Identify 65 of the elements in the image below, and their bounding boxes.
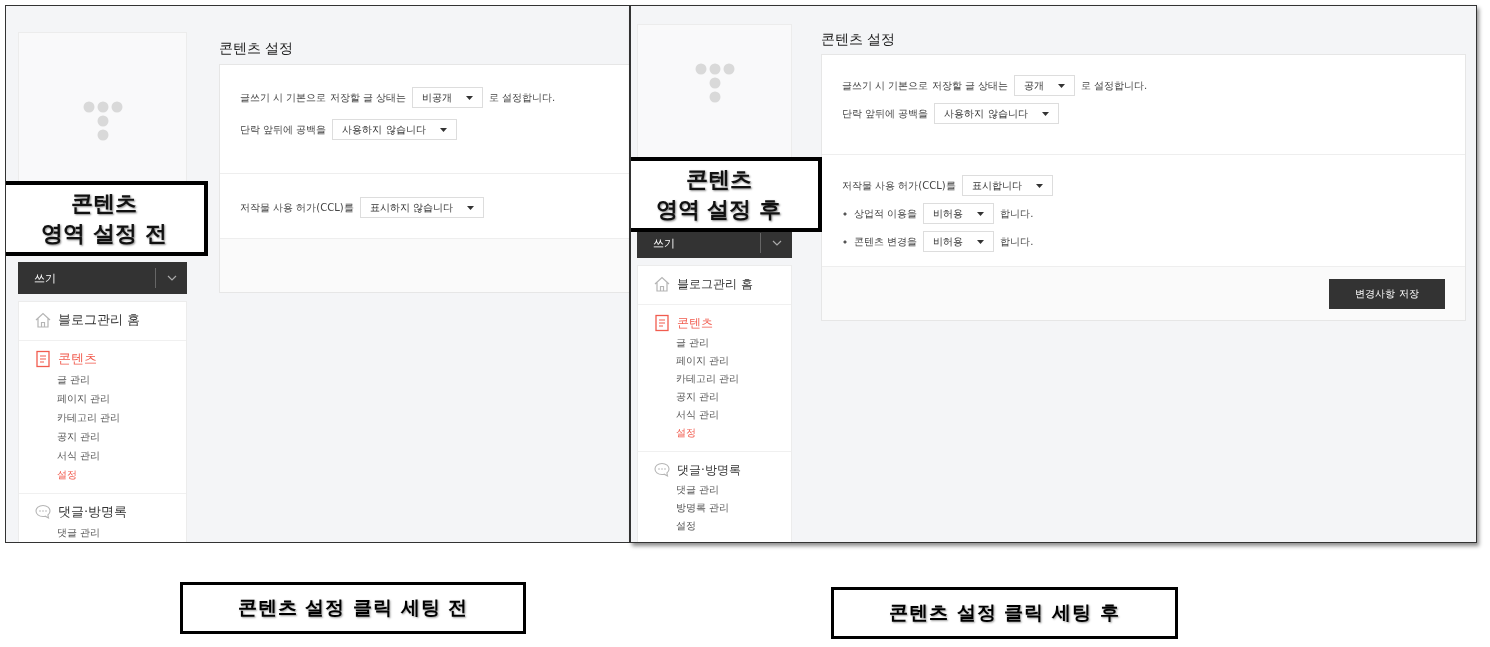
speech-bubble-icon xyxy=(34,503,52,521)
callout-text: 영역 설정 전 xyxy=(41,219,167,248)
dropdown[interactable]: 사용하지 않습니다 xyxy=(332,119,457,140)
setting-label: 로 설정합니다. xyxy=(488,90,556,105)
menu-item[interactable]: 블로그관리 홈 xyxy=(677,275,753,293)
submenu-item[interactable]: 공지 관리 xyxy=(19,427,186,446)
dropdown[interactable]: 표시하지 않습니다 xyxy=(359,197,484,218)
submenu-item[interactable]: 설정 xyxy=(638,517,791,535)
caption-label: 콘텐츠 설정 클릭 세팅 후 xyxy=(831,587,1178,639)
dropdown[interactable]: 비허용 xyxy=(923,203,995,224)
callout-text: 영역 설정 후 xyxy=(655,195,782,224)
setting-label: 단락 앞뒤에 공백을 xyxy=(240,122,327,137)
caret-icon xyxy=(465,95,473,100)
submenu-item[interactable]: 페이지 관리 xyxy=(19,389,186,408)
caret-icon xyxy=(1041,111,1049,116)
setting-label: 합니다. xyxy=(1000,234,1034,249)
setting-label: 상업적 이용을 xyxy=(842,206,918,221)
setting-label: 콘텐츠 변경을 xyxy=(842,234,918,249)
submenu-item[interactable]: 서식 관리 xyxy=(638,406,791,424)
caret-icon xyxy=(977,239,985,244)
page-title: 콘텐츠 설정 xyxy=(821,30,897,49)
speech-bubble-icon xyxy=(653,461,671,479)
submenu-item[interactable]: 페이지 관리 xyxy=(638,352,791,370)
submenu-item[interactable]: 서식 관리 xyxy=(19,446,186,465)
setting-label: 저작물 사용 허가(CCL)를 xyxy=(240,200,354,215)
submenu-item[interactable]: 글 관리 xyxy=(638,334,791,352)
home-icon xyxy=(653,275,671,293)
setting-label: 글쓰기 시 기본으로 저장할 글 상태는 xyxy=(240,90,406,105)
caret-icon xyxy=(977,211,985,216)
menu-item[interactable]: 블로그관리 홈 xyxy=(58,311,141,329)
write-button[interactable]: 쓰기 xyxy=(18,262,155,294)
save-button[interactable]: 변경사항 저장 xyxy=(1329,278,1445,309)
document-icon xyxy=(653,314,671,332)
caret-icon xyxy=(1035,183,1043,188)
dropdown[interactable]: 사용하지 않습니다 xyxy=(934,103,1059,124)
callout-text: 콘텐츠 xyxy=(685,165,752,194)
caret-icon xyxy=(1057,83,1065,88)
submenu-item[interactable]: 댓글 관리 xyxy=(19,523,186,542)
caption-label: 콘텐츠 설정 클릭 세팅 전 xyxy=(180,582,526,634)
caret-icon xyxy=(466,205,474,210)
setting-label: 로 설정합니다. xyxy=(1080,78,1148,93)
submenu-item[interactable]: 방명록 관리 xyxy=(638,499,791,517)
setting-label: 글쓰기 시 기본으로 저장할 글 상태는 xyxy=(842,78,1008,93)
submenu-item[interactable]: 카테고리 관리 xyxy=(638,370,791,388)
dropdown[interactable]: 공개 xyxy=(1013,75,1075,96)
caret-icon xyxy=(439,127,447,132)
home-icon xyxy=(34,311,52,329)
menu-item[interactable]: 댓글·방명록 xyxy=(58,503,128,521)
write-button[interactable]: 쓰기 xyxy=(637,228,760,258)
setting-label: 단락 앞뒤에 공백을 xyxy=(842,106,929,121)
setting-label: 저작물 사용 허가(CCL)를 xyxy=(842,178,956,193)
callout-text: 콘텐츠 xyxy=(71,189,137,218)
document-icon xyxy=(34,350,52,368)
dropdown[interactable]: 표시합니다 xyxy=(961,175,1053,196)
submenu-item[interactable]: 카테고리 관리 xyxy=(19,408,186,427)
dropdown[interactable]: 비공개 xyxy=(411,87,483,108)
submenu-item[interactable]: 글 관리 xyxy=(19,370,186,389)
chevron-down-icon xyxy=(167,275,177,281)
menu-item[interactable]: 댓글·방명록 xyxy=(677,461,741,479)
submenu-item[interactable]: 댓글 관리 xyxy=(638,481,791,499)
submenu-item[interactable]: 공지 관리 xyxy=(638,388,791,406)
page-title: 콘텐츠 설정 xyxy=(219,39,295,58)
chevron-down-icon xyxy=(772,240,782,246)
setting-label: 합니다. xyxy=(1000,206,1034,221)
dropdown[interactable]: 비허용 xyxy=(923,231,995,252)
